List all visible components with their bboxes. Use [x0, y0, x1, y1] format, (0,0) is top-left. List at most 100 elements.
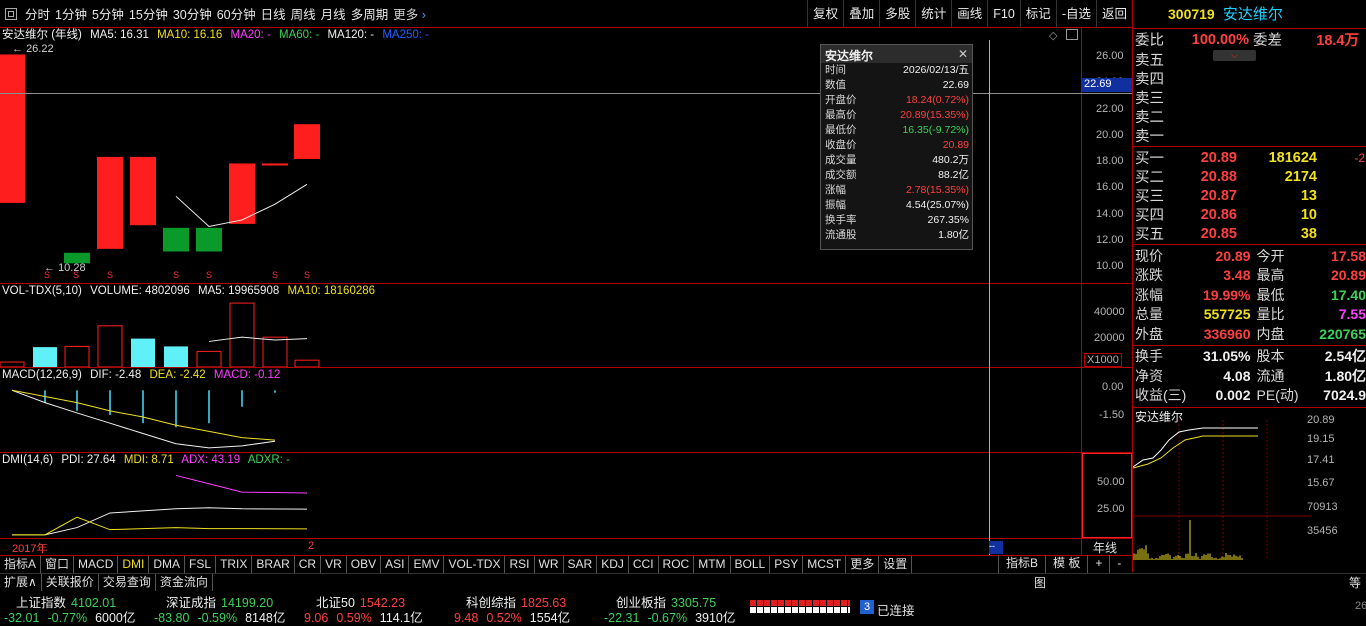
extension-tab[interactable]: 资金流向	[156, 574, 213, 591]
period-tab[interactable]: 15分钟	[129, 8, 168, 22]
indicator-tab[interactable]: MTM	[694, 556, 730, 573]
candle[interactable]	[229, 163, 255, 223]
toolbar-button[interactable]: 画线	[951, 0, 987, 28]
toolbar-button[interactable]: 统计	[915, 0, 951, 28]
candle[interactable]	[163, 228, 189, 252]
volume-chart[interactable]	[0, 296, 1081, 367]
period-tab[interactable]: 分时	[25, 8, 50, 22]
volume-bar[interactable]	[0, 362, 24, 367]
buy-order-row[interactable]: 买四 20.86 10	[1135, 205, 1366, 224]
volume-bar[interactable]	[131, 339, 155, 367]
period-tab[interactable]: 5分钟	[92, 8, 124, 22]
indicator-tab[interactable]: ASI	[381, 556, 409, 573]
candle[interactable]	[196, 228, 222, 252]
indicator-tab[interactable]: MACD	[74, 556, 118, 573]
indicator-tab[interactable]: CR	[295, 556, 321, 573]
volume-bar[interactable]	[98, 326, 122, 367]
period-tab[interactable]: 30分钟	[173, 8, 212, 22]
indicator-tab[interactable]: 窗口	[41, 556, 74, 573]
panel-toggle-icon[interactable]	[1066, 29, 1078, 40]
toolbar-button[interactable]: 复权	[807, 0, 843, 28]
indicator-tab-right[interactable]: 指标B	[998, 555, 1045, 573]
toolbar-button[interactable]: F10	[987, 0, 1020, 28]
indicator-tab[interactable]: PSY	[770, 556, 803, 573]
indicator-tab[interactable]: 指标A	[0, 556, 41, 573]
volume-bar[interactable]	[230, 303, 254, 367]
window-menu-icon[interactable]	[5, 8, 17, 20]
indicator-tab[interactable]: FSL	[185, 556, 216, 573]
toolbar-button[interactable]: -自选	[1056, 0, 1096, 28]
extension-tab[interactable]: 交易查询	[99, 574, 156, 591]
period-tab[interactable]: 月线	[321, 8, 346, 22]
dmi-chart[interactable]	[0, 465, 1081, 538]
buy-order-row[interactable]: 买五 20.85 38	[1135, 224, 1366, 243]
index-change-row[interactable]: -32.01 -0.77% 6000亿	[4, 607, 135, 626]
indicator-tab[interactable]: TRIX	[216, 556, 252, 573]
index-change-row[interactable]: -22.31 -0.67% 3910亿	[604, 607, 735, 626]
buy-change: -2	[1317, 151, 1365, 165]
indicator-tab[interactable]: DMI	[118, 556, 149, 573]
indicator-tab[interactable]: 更多	[846, 556, 879, 573]
indicator-tab[interactable]: KDJ	[597, 556, 629, 573]
connection-count[interactable]: 3	[860, 600, 874, 614]
extension-tab[interactable]: 扩展∧	[0, 574, 42, 591]
candle[interactable]	[130, 157, 156, 225]
indicator-tab[interactable]: CCI	[629, 556, 659, 573]
index-change-row[interactable]: 9.06 0.59% 114.1亿	[304, 607, 423, 626]
period-label[interactable]: 年线	[1093, 539, 1117, 556]
low-price-label: ← 10.28	[44, 262, 86, 274]
indicator-tab[interactable]: BRAR	[252, 556, 294, 573]
period-tab[interactable]: 周线	[291, 8, 316, 22]
tooltip-row: 收盘价 20.89	[821, 138, 972, 153]
volume-bar[interactable]	[197, 351, 221, 367]
toolbar-button[interactable]: 多股	[879, 0, 915, 28]
indicator-tab[interactable]: BOLL	[731, 556, 771, 573]
indicator-tab[interactable]: VOL-TDX	[444, 556, 505, 573]
volume-bar[interactable]	[164, 346, 188, 367]
period-tab[interactable]: 1分钟	[55, 8, 87, 22]
index-change-row[interactable]: 9.48 0.52% 1554亿	[454, 607, 570, 626]
collapse-icon[interactable]: ⌵	[1213, 50, 1256, 61]
mini-intraday-chart[interactable]	[1133, 420, 1311, 570]
candle[interactable]	[294, 124, 320, 159]
macd-chart[interactable]	[0, 380, 1081, 452]
toolbar-button[interactable]: 返回	[1096, 0, 1132, 28]
vol-ma5-line	[209, 337, 307, 341]
indicator-tab[interactable]: SAR	[564, 556, 598, 573]
buy-order-row[interactable]: 买二 20.88 2174	[1135, 167, 1366, 186]
indicator-tab[interactable]: MCST	[803, 556, 846, 573]
toolbar-button[interactable]: 标记	[1020, 0, 1056, 28]
indicator-tab[interactable]: 设置	[879, 556, 912, 573]
extension-tab[interactable]: 关联报价	[42, 574, 99, 591]
volume-bar[interactable]	[295, 360, 319, 367]
candle[interactable]	[97, 157, 123, 249]
chart-icon-label[interactable]: 图	[1034, 574, 1046, 591]
indicator-tab[interactable]: WR	[535, 556, 564, 573]
more-periods-button[interactable]: 更多 ›	[393, 4, 426, 23]
indicator-tab[interactable]: OBV	[347, 556, 381, 573]
period-tab[interactable]: 60分钟	[217, 8, 256, 22]
buy-order-row[interactable]: 买一 20.89 181624 -2	[1135, 148, 1366, 167]
close-icon[interactable]: ✕	[958, 47, 968, 61]
index-change-row[interactable]: -83.80 -0.59% 8148亿	[154, 607, 285, 626]
indicator-tab[interactable]: ROC	[659, 556, 695, 573]
indicator-tab[interactable]: EMV	[409, 556, 444, 573]
indicator-tab[interactable]: DMA	[149, 556, 185, 573]
indicator-tab-right[interactable]: 模 板	[1045, 555, 1087, 573]
period-tab[interactable]: 日线	[261, 8, 286, 22]
toolbar-button[interactable]: 叠加	[843, 0, 879, 28]
volume-bar[interactable]	[263, 337, 287, 367]
indicator-tab-right[interactable]: +	[1087, 555, 1109, 573]
indicator-tab[interactable]: VR	[321, 556, 347, 573]
candle[interactable]	[0, 54, 25, 202]
indicator-tab-right[interactable]: -	[1109, 555, 1128, 573]
buy-volume: 10	[1237, 207, 1317, 223]
period-tab[interactable]: 多周期	[351, 8, 389, 22]
buy-order-row[interactable]: 买三 20.87 13	[1135, 186, 1366, 205]
stock-code: 300719	[1168, 6, 1215, 22]
candle[interactable]	[262, 163, 288, 165]
tooltip-value: 2.78(15.35%)	[906, 183, 969, 198]
indicator-tab[interactable]: RSI	[505, 556, 534, 573]
volume-bar[interactable]	[33, 347, 57, 367]
volume-bar[interactable]	[65, 346, 89, 367]
